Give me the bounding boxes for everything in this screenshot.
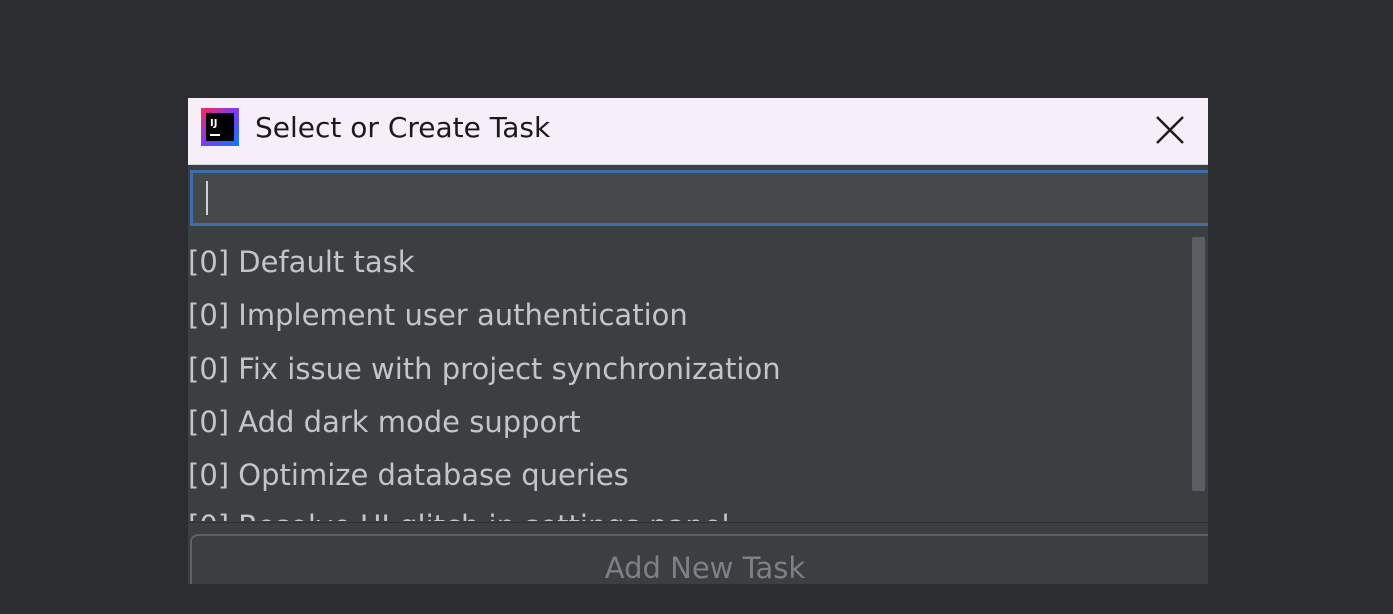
add-new-task-button[interactable]: Add New Task bbox=[190, 534, 1208, 584]
intellij-idea-icon: IJ bbox=[201, 108, 239, 146]
dialog-titlebar: IJ Select or Create Task bbox=[188, 98, 1208, 165]
task-list-item[interactable]: [0] Default task bbox=[188, 242, 1188, 282]
task-list-item[interactable]: [0] Implement user authentication bbox=[188, 295, 1188, 335]
task-search-container bbox=[188, 169, 1208, 229]
close-icon bbox=[1156, 116, 1184, 144]
text-caret bbox=[206, 181, 208, 215]
task-list-item[interactable]: [0] Fix issue with project synchronizati… bbox=[188, 349, 1188, 389]
task-list-item[interactable]: [0] Optimize database queries bbox=[188, 455, 1188, 495]
close-button[interactable] bbox=[1150, 110, 1190, 150]
task-list: [0] Default task [0] Implement user auth… bbox=[188, 235, 1208, 521]
svg-text:IJ: IJ bbox=[210, 118, 217, 129]
task-list-item[interactable]: [0] Add dark mode support bbox=[188, 402, 1188, 442]
task-search-input[interactable] bbox=[190, 170, 1208, 226]
task-list-scrollbar-thumb[interactable] bbox=[1192, 237, 1205, 491]
select-or-create-task-dialog: IJ Select or Create Task [0] Default tas… bbox=[188, 98, 1208, 584]
task-list-item[interactable]: [0] Resolve UI glitch in settings panel bbox=[188, 506, 1188, 521]
dialog-title: Select or Create Task bbox=[255, 111, 551, 144]
footer-divider bbox=[188, 522, 1208, 523]
